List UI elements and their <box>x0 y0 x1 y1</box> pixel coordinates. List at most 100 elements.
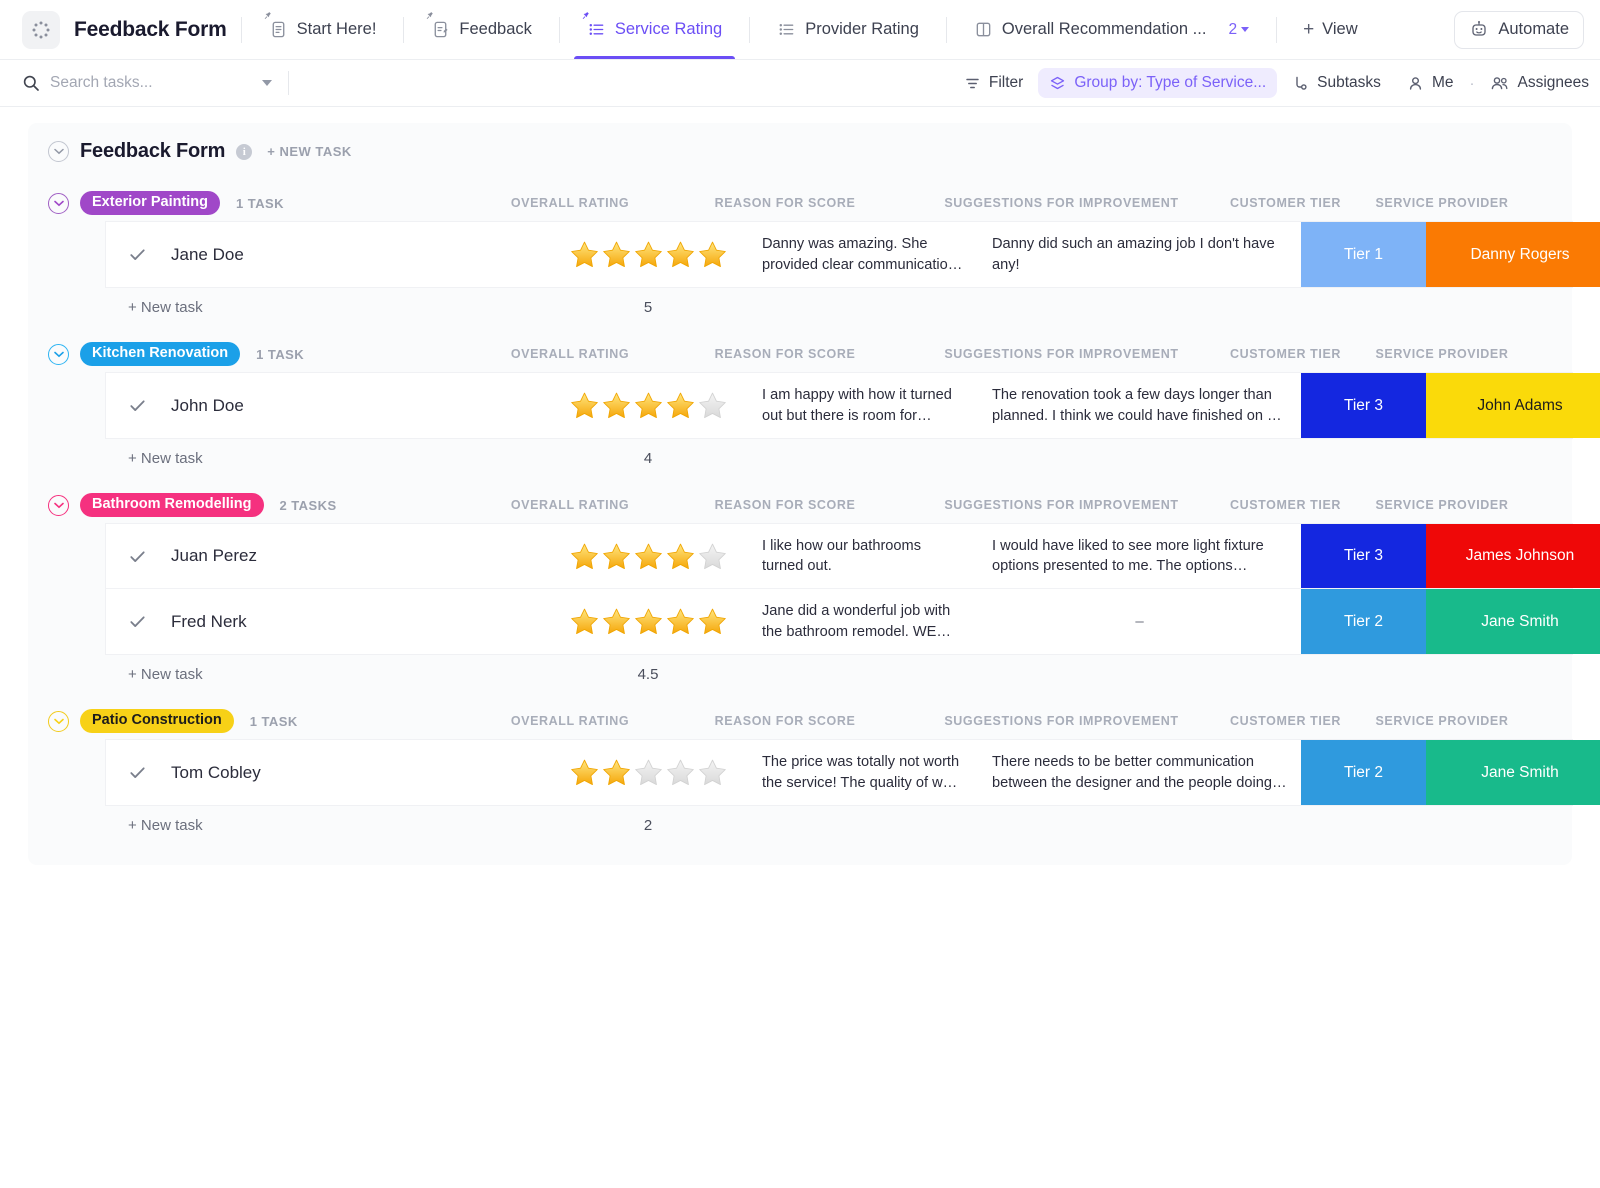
suggestions-cell[interactable]: Danny did such an amazing job I don't ha… <box>978 222 1301 287</box>
assignees-button[interactable]: Assignees <box>1479 68 1600 98</box>
overall-rating-cell[interactable] <box>548 222 748 287</box>
task-name-cell[interactable]: Juan Perez <box>106 524 548 588</box>
collapse-group-toggle[interactable] <box>48 192 69 214</box>
customer-tier-cell[interactable]: Tier 3 <box>1301 373 1426 438</box>
rating-stars[interactable] <box>569 757 728 788</box>
rating-stars[interactable] <box>569 239 728 270</box>
group-by-button[interactable]: Group by: Type of Service... <box>1038 68 1278 98</box>
task-name-cell[interactable]: Jane Doe <box>106 222 548 287</box>
table-row[interactable]: Tom Cobley The price was totally not wor… <box>106 740 1600 805</box>
tab-feedback[interactable]: Feedback <box>418 0 544 59</box>
star-icon[interactable] <box>601 541 632 572</box>
chevron-down-icon[interactable] <box>262 80 272 86</box>
star-icon[interactable] <box>601 757 632 788</box>
task-name-cell[interactable]: Fred Nerk <box>106 589 548 654</box>
customer-tier-cell[interactable]: Tier 2 <box>1301 589 1426 654</box>
group-tag[interactable]: Bathroom Remodelling <box>80 492 264 518</box>
table-row[interactable]: John Doe I am happy with how it turned o… <box>106 373 1600 438</box>
collapse-group-toggle[interactable] <box>48 710 69 732</box>
rating-stars[interactable] <box>569 541 728 572</box>
star-icon[interactable] <box>601 239 632 270</box>
collapse-group-toggle[interactable] <box>48 494 69 516</box>
tab-service-rating[interactable]: Service Rating <box>573 0 736 59</box>
star-icon[interactable] <box>697 606 728 637</box>
check-icon[interactable] <box>128 612 147 631</box>
task-name-cell[interactable]: Tom Cobley <box>106 740 548 805</box>
suggestions-cell[interactable]: There needs to be better communication b… <box>978 740 1301 805</box>
star-icon[interactable] <box>569 541 600 572</box>
star-icon[interactable] <box>697 541 728 572</box>
star-icon[interactable] <box>601 390 632 421</box>
star-icon[interactable] <box>633 390 664 421</box>
collapse-list-toggle[interactable] <box>48 141 69 162</box>
service-provider-cell[interactable]: James Johnson <box>1426 524 1600 588</box>
star-icon[interactable] <box>697 757 728 788</box>
subtasks-button[interactable]: Subtasks <box>1281 68 1392 98</box>
service-provider-cell[interactable]: John Adams <box>1426 373 1600 438</box>
star-icon[interactable] <box>569 239 600 270</box>
check-icon[interactable] <box>128 245 147 264</box>
reason-for-score-cell[interactable]: Jane did a wonderful job with the bathro… <box>748 589 978 654</box>
reason-for-score-cell[interactable]: I am happy with how it turned out but th… <box>748 373 978 438</box>
star-icon[interactable] <box>569 757 600 788</box>
star-icon[interactable] <box>665 757 696 788</box>
rating-stars[interactable] <box>569 606 728 637</box>
reason-for-score-cell[interactable]: The price was totally not worth the serv… <box>748 740 978 805</box>
overall-rating-cell[interactable] <box>548 524 748 588</box>
star-icon[interactable] <box>665 239 696 270</box>
star-icon[interactable] <box>601 606 632 637</box>
search-box[interactable] <box>22 74 272 92</box>
star-icon[interactable] <box>633 757 664 788</box>
table-row[interactable]: Juan Perez I like how our bathrooms turn… <box>106 524 1600 589</box>
tab-overall-recommendation[interactable]: Overall Recommendation ... 2 <box>961 0 1262 59</box>
star-icon[interactable] <box>665 390 696 421</box>
task-name-cell[interactable]: John Doe <box>106 373 548 438</box>
star-icon[interactable] <box>633 606 664 637</box>
group-tag[interactable]: Patio Construction <box>80 708 234 734</box>
group-tag[interactable]: Kitchen Renovation <box>80 341 241 367</box>
customer-tier-cell[interactable]: Tier 1 <box>1301 222 1426 287</box>
suggestions-cell[interactable]: The renovation took a few days longer th… <box>978 373 1301 438</box>
reason-for-score-cell[interactable]: Danny was amazing. She provided clear co… <box>748 222 978 287</box>
filter-button[interactable]: Filter <box>953 68 1034 98</box>
new-task-row-button[interactable]: + New task <box>106 299 548 316</box>
overall-rating-cell[interactable] <box>548 373 748 438</box>
overall-rating-cell[interactable] <box>548 589 748 654</box>
star-icon[interactable] <box>569 390 600 421</box>
group-tag[interactable]: Exterior Painting <box>80 190 221 216</box>
reason-for-score-cell[interactable]: I like how our bathrooms turned out. <box>748 524 978 588</box>
new-task-button[interactable]: + NEW TASK <box>267 144 352 159</box>
new-task-row-button[interactable]: + New task <box>106 666 548 683</box>
check-icon[interactable] <box>128 396 147 415</box>
star-icon[interactable] <box>633 541 664 572</box>
star-icon[interactable] <box>665 541 696 572</box>
add-view-button[interactable]: + View <box>1291 20 1370 39</box>
table-row[interactable]: Fred Nerk Jane did a wonderful job with … <box>106 589 1600 654</box>
app-logo-icon[interactable] <box>22 10 60 49</box>
overall-rating-cell[interactable] <box>548 740 748 805</box>
service-provider-cell[interactable]: Jane Smith <box>1426 740 1600 805</box>
service-provider-cell[interactable]: Jane Smith <box>1426 589 1600 654</box>
star-icon[interactable] <box>569 606 600 637</box>
tab-count-badge[interactable]: 2 <box>1228 21 1250 39</box>
tab-start-here[interactable]: Start Here! <box>256 0 390 59</box>
automate-button[interactable]: Automate <box>1454 10 1584 49</box>
customer-tier-cell[interactable]: Tier 2 <box>1301 740 1426 805</box>
rating-stars[interactable] <box>569 390 728 421</box>
check-icon[interactable] <box>128 547 147 566</box>
new-task-row-button[interactable]: + New task <box>106 817 548 834</box>
search-input[interactable] <box>50 74 220 92</box>
table-row[interactable]: Jane Doe Danny was amazing. She provided… <box>106 222 1600 287</box>
customer-tier-cell[interactable]: Tier 3 <box>1301 524 1426 588</box>
suggestions-cell[interactable]: – <box>978 589 1301 654</box>
service-provider-cell[interactable]: Danny Rogers <box>1426 222 1600 287</box>
star-icon[interactable] <box>697 390 728 421</box>
check-icon[interactable] <box>128 763 147 782</box>
star-icon[interactable] <box>633 239 664 270</box>
info-icon[interactable]: i <box>236 143 253 160</box>
new-task-row-button[interactable]: + New task <box>106 450 548 467</box>
collapse-group-toggle[interactable] <box>48 343 69 365</box>
me-filter-button[interactable]: Me <box>1396 68 1465 98</box>
tab-provider-rating[interactable]: Provider Rating <box>764 0 932 59</box>
suggestions-cell[interactable]: I would have liked to see more light fix… <box>978 524 1301 588</box>
